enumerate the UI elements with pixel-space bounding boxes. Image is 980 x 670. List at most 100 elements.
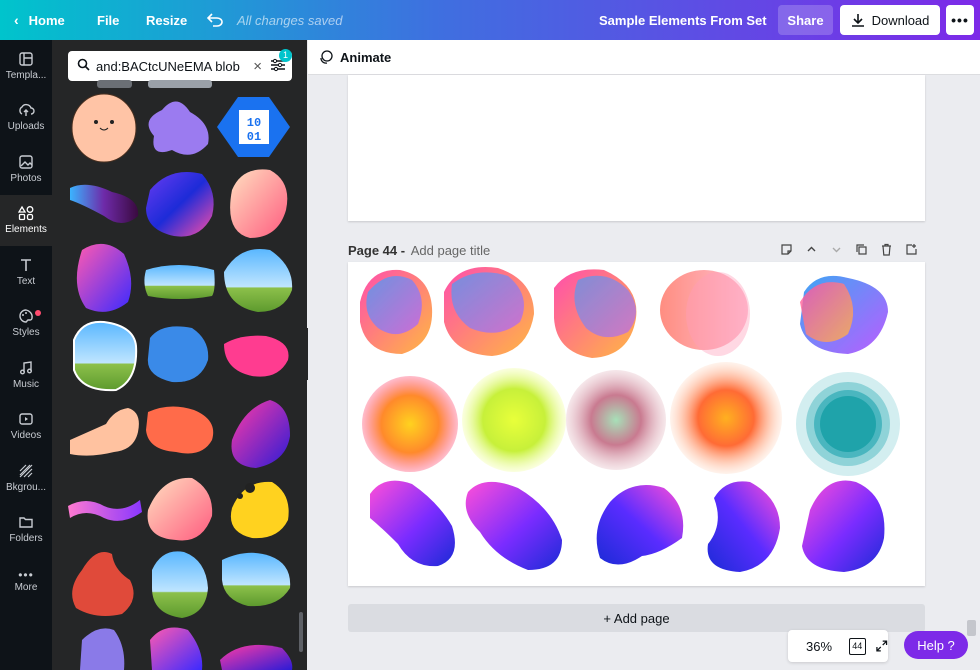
blob-element[interactable] bbox=[444, 267, 534, 356]
rail-item-folders[interactable]: Folders bbox=[0, 504, 52, 556]
thumbnail[interactable] bbox=[71, 93, 137, 163]
thumbnail[interactable] bbox=[70, 408, 139, 456]
file-menu[interactable]: File bbox=[97, 0, 119, 40]
blob-element[interactable] bbox=[596, 485, 684, 565]
thumbnail[interactable] bbox=[148, 80, 212, 88]
blob-element[interactable] bbox=[554, 269, 637, 358]
home-button[interactable]: ‹ Home bbox=[14, 0, 65, 40]
blob-element[interactable] bbox=[370, 480, 455, 567]
animate-icon bbox=[320, 50, 333, 64]
rail-item-elements[interactable]: Elements bbox=[0, 194, 52, 246]
page-count: 44 bbox=[852, 641, 863, 651]
blob-element[interactable] bbox=[800, 275, 888, 354]
thumbnail[interactable] bbox=[152, 551, 208, 618]
thumbnail[interactable]: 10 01 bbox=[217, 97, 290, 157]
blob-artwork bbox=[360, 267, 900, 572]
top-bar: ‹ Home File Resize All changes saved Sam… bbox=[0, 0, 980, 40]
rail-label: More bbox=[14, 582, 38, 594]
more-options-button[interactable]: ••• bbox=[946, 5, 974, 35]
elements-panel: and:BACtcUNeEMA blob × 1 10 01 bbox=[52, 40, 307, 670]
rail-label: Templa... bbox=[5, 69, 47, 81]
video-icon bbox=[19, 413, 33, 425]
rail-label: Folders bbox=[9, 533, 43, 545]
thumbnail[interactable] bbox=[73, 320, 138, 392]
blob-element[interactable] bbox=[802, 480, 885, 572]
rail-item-styles[interactable]: Styles bbox=[0, 298, 52, 350]
rail-item-photos[interactable]: Photos bbox=[0, 143, 52, 195]
blob-element[interactable] bbox=[566, 370, 666, 470]
blob-element[interactable] bbox=[362, 376, 458, 472]
notification-dot bbox=[35, 309, 41, 316]
duplicate-page-icon[interactable] bbox=[855, 243, 868, 256]
undo-button[interactable] bbox=[207, 0, 223, 40]
download-label: Download bbox=[871, 12, 930, 28]
thumbnail[interactable] bbox=[147, 326, 209, 383]
thumbnail[interactable] bbox=[230, 481, 289, 539]
page-title-input[interactable]: Add page title bbox=[411, 243, 491, 258]
rail-item-music[interactable]: Music bbox=[0, 349, 52, 401]
background-icon bbox=[19, 464, 33, 478]
thumbnail[interactable] bbox=[68, 500, 142, 521]
previous-page-canvas[interactable] bbox=[348, 75, 925, 221]
blob-element[interactable] bbox=[360, 269, 433, 354]
fullscreen-icon[interactable] bbox=[875, 639, 889, 653]
note-icon[interactable] bbox=[780, 243, 793, 256]
thumbnail[interactable] bbox=[230, 169, 288, 238]
trash-icon[interactable] bbox=[880, 243, 893, 256]
zoom-controls: 36% 44 bbox=[788, 630, 888, 662]
undo-icon bbox=[207, 13, 223, 27]
download-icon bbox=[851, 14, 864, 27]
help-button[interactable]: Help ? bbox=[904, 631, 968, 659]
thumbnail[interactable] bbox=[72, 552, 134, 616]
panel-scrollbar[interactable] bbox=[299, 612, 303, 652]
rail-item-uploads[interactable]: Uploads bbox=[0, 92, 52, 144]
zoom-level[interactable]: 36% bbox=[806, 639, 832, 654]
template-icon bbox=[19, 52, 33, 66]
add-page-button[interactable]: + Add page bbox=[348, 604, 925, 632]
resize-button[interactable]: Resize bbox=[146, 0, 187, 40]
rail-label: Videos bbox=[10, 430, 42, 442]
thumbnail[interactable] bbox=[220, 644, 293, 670]
download-button[interactable]: Download bbox=[840, 5, 940, 35]
share-button[interactable]: Share bbox=[778, 5, 833, 35]
thumbnail[interactable] bbox=[222, 552, 291, 607]
design-title[interactable]: Sample Elements From Set bbox=[599, 0, 767, 40]
workspace-scrollbar[interactable] bbox=[967, 620, 976, 636]
add-page-icon[interactable] bbox=[905, 243, 918, 256]
blob-element[interactable] bbox=[670, 362, 782, 474]
rail-item-videos[interactable]: Videos bbox=[0, 401, 52, 453]
blob-element[interactable] bbox=[462, 368, 566, 472]
rail-item-text[interactable]: Text bbox=[0, 246, 52, 298]
rail-item-templates[interactable]: Templa... bbox=[0, 40, 52, 92]
thumbnail[interactable] bbox=[80, 628, 125, 670]
blob-element[interactable] bbox=[707, 481, 780, 572]
blob-element[interactable] bbox=[660, 270, 750, 356]
thumbnail[interactable] bbox=[148, 101, 209, 155]
page-header: Page 44 - Add page title bbox=[348, 243, 925, 259]
rail-item-more[interactable]: ••• More bbox=[0, 555, 52, 607]
blob-element[interactable] bbox=[465, 481, 562, 570]
thumbnail[interactable] bbox=[76, 243, 132, 312]
page-count-button[interactable]: 44 bbox=[849, 637, 866, 655]
folder-icon bbox=[19, 517, 33, 528]
rail-label: Music bbox=[12, 378, 40, 390]
thumbnail[interactable] bbox=[70, 184, 139, 223]
thumbnail[interactable] bbox=[146, 172, 214, 237]
thumbnail[interactable] bbox=[231, 400, 291, 468]
rail-label: Elements bbox=[5, 224, 47, 236]
thumbnail[interactable] bbox=[150, 627, 203, 670]
chevron-down-icon[interactable] bbox=[830, 243, 843, 256]
page-canvas[interactable] bbox=[348, 262, 925, 586]
thumbnail[interactable] bbox=[224, 248, 293, 312]
thumbnail[interactable] bbox=[146, 406, 214, 454]
thumbnail[interactable] bbox=[224, 335, 289, 377]
chevron-up-icon[interactable] bbox=[805, 243, 818, 256]
rail-item-background[interactable]: Bkgrou... bbox=[0, 452, 52, 504]
animate-button[interactable]: Animate bbox=[319, 50, 391, 65]
elements-grid: 10 01 bbox=[68, 80, 303, 670]
blob-element[interactable] bbox=[796, 372, 900, 476]
thumbnail[interactable] bbox=[97, 80, 132, 88]
thumbnail[interactable] bbox=[147, 477, 213, 541]
thumbnail[interactable] bbox=[144, 265, 215, 299]
rail-label: Styles bbox=[12, 327, 40, 339]
